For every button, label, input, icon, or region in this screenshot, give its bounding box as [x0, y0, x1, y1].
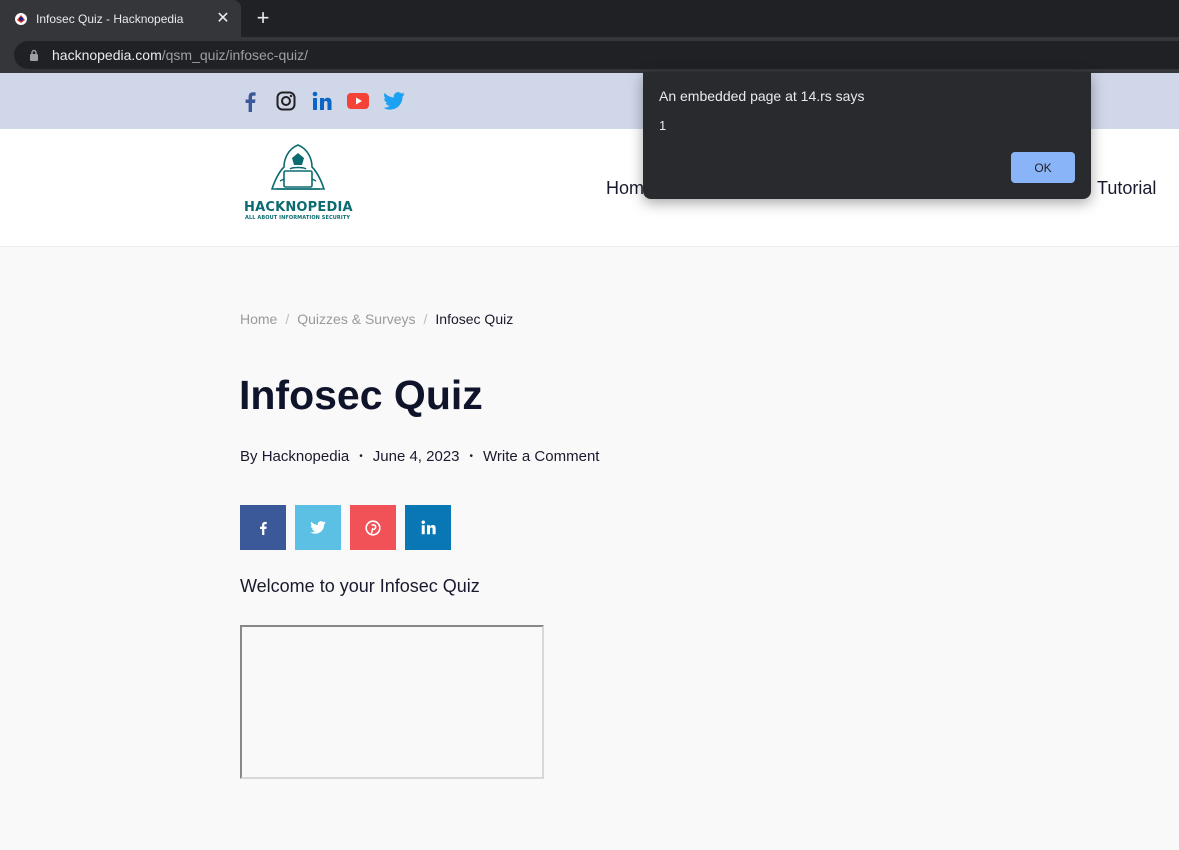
url-path: /qsm_quiz/infosec-quiz/ [161, 47, 309, 63]
browser-toolbar: hacknopedia.com/qsm_quiz/infosec-quiz/ [0, 37, 1179, 73]
youtube-icon[interactable] [347, 90, 369, 112]
twitter-icon[interactable] [383, 90, 405, 112]
by-label: By [240, 448, 258, 465]
meta-separator: • [469, 451, 474, 462]
breadcrumb-category[interactable]: Quizzes & Surveys [297, 311, 415, 327]
tab-title: Infosec Quiz - Hacknopedia [36, 11, 184, 26]
facebook-icon [260, 521, 267, 535]
dialog-title: An embedded page at 14.rs says [659, 88, 865, 104]
share-twitter-button[interactable] [295, 505, 341, 550]
tab-close-icon[interactable]: ✕ [215, 10, 231, 27]
ok-button[interactable]: OK [1011, 152, 1075, 183]
browser-tab-bar: Infosec Quiz - Hacknopedia ✕ + [0, 0, 1179, 37]
meta-separator: • [359, 451, 363, 462]
linkedin-icon [421, 520, 436, 535]
instagram-icon[interactable] [275, 90, 297, 112]
logo-tagline: ALL ABOUT INFORMATION SECURITY [245, 215, 351, 221]
welcome-text: Welcome to your Infosec Quiz [240, 576, 480, 596]
breadcrumb: Home / Quizzes & Surveys / Infosec Quiz [240, 311, 513, 327]
comment-link[interactable]: Write a Comment [483, 448, 599, 465]
facebook-icon[interactable] [239, 90, 261, 112]
breadcrumb-separator: / [423, 311, 428, 327]
twitter-icon [310, 521, 326, 534]
breadcrumb-separator: / [285, 311, 290, 327]
alert-dialog: An embedded page at 14.rs says 1 OK [643, 72, 1091, 199]
address-bar[interactable]: hacknopedia.com/qsm_quiz/infosec-quiz/ [14, 41, 1179, 69]
breadcrumb-home[interactable]: Home [240, 311, 277, 327]
browser-tab[interactable]: Infosec Quiz - Hacknopedia ✕ [0, 0, 241, 37]
share-facebook-button[interactable] [240, 505, 286, 550]
logo-name: HACKNOPEDIA [244, 200, 353, 215]
share-pinterest-button[interactable] [350, 505, 396, 550]
url-host: hacknopedia.com [52, 47, 162, 63]
embedded-quiz-frame[interactable] [240, 625, 544, 779]
linkedin-icon[interactable] [311, 90, 333, 112]
url-text: hacknopedia.com/qsm_quiz/infosec-quiz/ [52, 47, 308, 63]
author-link[interactable]: Hacknopedia [262, 448, 350, 465]
post-date: June 4, 2023 [372, 448, 460, 465]
new-tab-icon[interactable]: + [253, 7, 273, 29]
page-title: Infosec Quiz [239, 372, 483, 418]
share-linkedin-button[interactable] [405, 505, 451, 550]
pinterest-icon [365, 519, 381, 536]
nav-item-tutorial[interactable]: Tutorial [1097, 178, 1156, 199]
site-favicon-icon [15, 12, 27, 25]
lock-icon [30, 49, 38, 61]
dialog-message: 1 [659, 118, 667, 133]
post-meta: By Hacknopedia • June 4, 2023 • Write a … [240, 448, 599, 465]
breadcrumb-current: Infosec Quiz [435, 311, 514, 327]
